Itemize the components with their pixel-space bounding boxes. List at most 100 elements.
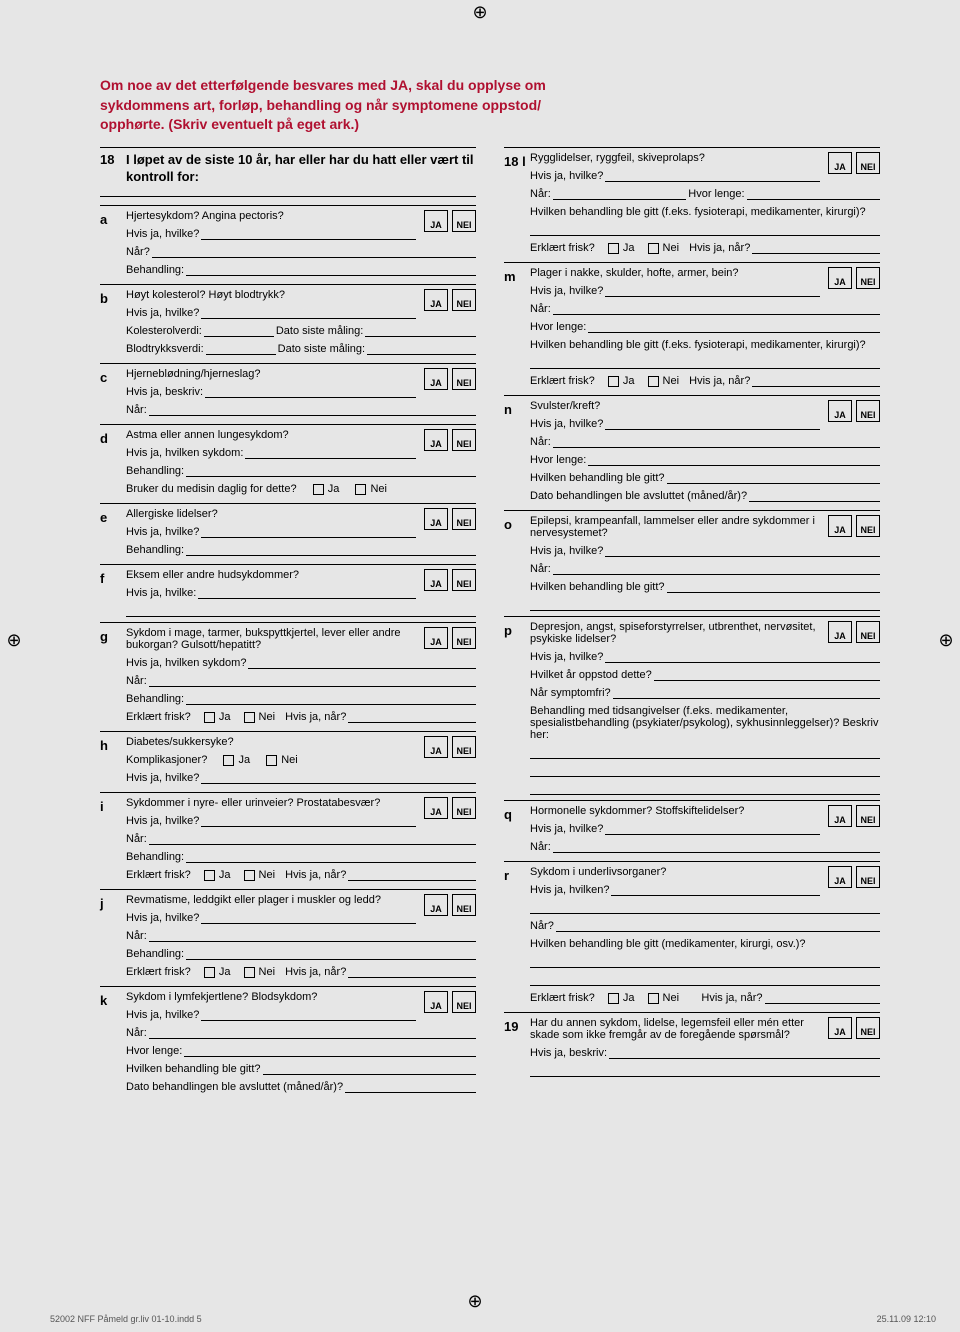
input-line[interactable]	[667, 472, 880, 484]
checkbox-nei[interactable]: NEI	[452, 797, 476, 819]
checkbox-small-ja[interactable]	[608, 243, 619, 254]
checkbox-nei[interactable]: NEI	[452, 429, 476, 451]
checkbox-nei[interactable]: NEI	[452, 627, 476, 649]
input-line[interactable]	[530, 954, 880, 968]
checkbox-ja[interactable]: JA	[828, 805, 852, 827]
checkbox-nei[interactable]: NEI	[452, 289, 476, 311]
input-line[interactable]	[186, 465, 476, 477]
input-line[interactable]	[186, 851, 476, 863]
checkbox-small-ja[interactable]	[608, 376, 619, 387]
checkbox-small-ja[interactable]	[204, 967, 215, 978]
input-line[interactable]	[609, 1047, 880, 1059]
input-line[interactable]	[348, 966, 476, 978]
checkbox-ja[interactable]: JA	[424, 368, 448, 390]
checkbox-small-ja[interactable]	[608, 993, 619, 1004]
checkbox-nei[interactable]: NEI	[856, 152, 880, 174]
checkbox-ja[interactable]: JA	[424, 736, 448, 758]
checkbox-nei[interactable]: NEI	[856, 1017, 880, 1039]
input-line[interactable]	[530, 745, 880, 759]
input-line[interactable]	[365, 325, 476, 337]
input-line[interactable]	[245, 447, 416, 459]
checkbox-nei[interactable]: NEI	[856, 621, 880, 643]
input-line[interactable]	[553, 188, 686, 200]
input-line[interactable]	[530, 355, 880, 369]
checkbox-small-nei[interactable]	[648, 376, 659, 387]
checkbox-nei[interactable]: NEI	[452, 210, 476, 232]
checkbox-ja[interactable]: JA	[828, 400, 852, 422]
input-line[interactable]	[530, 900, 880, 914]
checkbox-nei[interactable]: NEI	[452, 569, 476, 591]
input-line[interactable]	[605, 545, 880, 557]
checkbox-ja[interactable]: JA	[424, 627, 448, 649]
input-line[interactable]	[667, 581, 880, 593]
input-line[interactable]	[752, 375, 880, 387]
checkbox-ja[interactable]: JA	[424, 797, 448, 819]
checkbox-small-nei[interactable]	[244, 967, 255, 978]
input-line[interactable]	[201, 1009, 416, 1021]
input-line[interactable]	[204, 325, 274, 337]
checkbox-small-ja[interactable]	[313, 484, 324, 495]
input-line[interactable]	[588, 321, 880, 333]
input-line[interactable]	[206, 343, 276, 355]
checkbox-nei[interactable]: NEI	[856, 515, 880, 537]
input-line[interactable]	[553, 841, 880, 853]
checkbox-ja[interactable]: JA	[424, 429, 448, 451]
checkbox-ja[interactable]: JA	[424, 569, 448, 591]
input-line[interactable]	[749, 490, 880, 502]
checkbox-small-nei[interactable]	[244, 712, 255, 723]
input-line[interactable]	[556, 920, 880, 932]
checkbox-nei[interactable]: NEI	[452, 368, 476, 390]
input-line[interactable]	[530, 222, 880, 236]
checkbox-nei[interactable]: NEI	[856, 805, 880, 827]
checkbox-nei[interactable]: NEI	[452, 736, 476, 758]
checkbox-small-ja[interactable]	[223, 755, 234, 766]
input-line[interactable]	[149, 1027, 476, 1039]
input-line[interactable]	[611, 884, 820, 896]
input-line[interactable]	[201, 228, 416, 240]
input-line[interactable]	[605, 823, 820, 835]
checkbox-small-nei[interactable]	[648, 243, 659, 254]
input-line[interactable]	[201, 526, 416, 538]
input-line[interactable]	[588, 454, 880, 466]
checkbox-ja[interactable]: JA	[828, 152, 852, 174]
checkbox-ja[interactable]: JA	[828, 621, 852, 643]
input-line[interactable]	[605, 285, 820, 297]
checkbox-ja[interactable]: JA	[424, 991, 448, 1013]
checkbox-small-ja[interactable]	[204, 870, 215, 881]
input-line[interactable]	[149, 404, 476, 416]
input-line[interactable]	[126, 603, 476, 617]
input-line[interactable]	[201, 772, 476, 784]
input-line[interactable]	[553, 563, 880, 575]
input-line[interactable]	[553, 303, 880, 315]
checkbox-small-nei[interactable]	[355, 484, 366, 495]
input-line[interactable]	[530, 972, 880, 986]
input-line[interactable]	[605, 418, 820, 430]
input-line[interactable]	[348, 869, 476, 881]
checkbox-small-nei[interactable]	[648, 993, 659, 1004]
checkbox-ja[interactable]: JA	[424, 894, 448, 916]
input-line[interactable]	[152, 246, 476, 258]
checkbox-ja[interactable]: JA	[828, 515, 852, 537]
checkbox-small-nei[interactable]	[266, 755, 277, 766]
input-line[interactable]	[149, 930, 476, 942]
input-line[interactable]	[367, 343, 476, 355]
input-line[interactable]	[201, 307, 416, 319]
input-line[interactable]	[605, 170, 820, 182]
checkbox-nei[interactable]: NEI	[856, 267, 880, 289]
input-line[interactable]	[149, 675, 476, 687]
input-line[interactable]	[248, 657, 476, 669]
input-line[interactable]	[530, 597, 880, 611]
checkbox-ja[interactable]: JA	[828, 866, 852, 888]
input-line[interactable]	[186, 544, 476, 556]
input-line[interactable]	[348, 711, 476, 723]
checkbox-ja[interactable]: JA	[828, 267, 852, 289]
input-line[interactable]	[752, 242, 880, 254]
input-line[interactable]	[186, 264, 476, 276]
checkbox-small-nei[interactable]	[244, 870, 255, 881]
input-line[interactable]	[530, 781, 880, 795]
input-line[interactable]	[263, 1063, 476, 1075]
input-line[interactable]	[186, 948, 476, 960]
checkbox-small-ja[interactable]	[204, 712, 215, 723]
input-line[interactable]	[605, 651, 880, 663]
input-line[interactable]	[149, 833, 476, 845]
